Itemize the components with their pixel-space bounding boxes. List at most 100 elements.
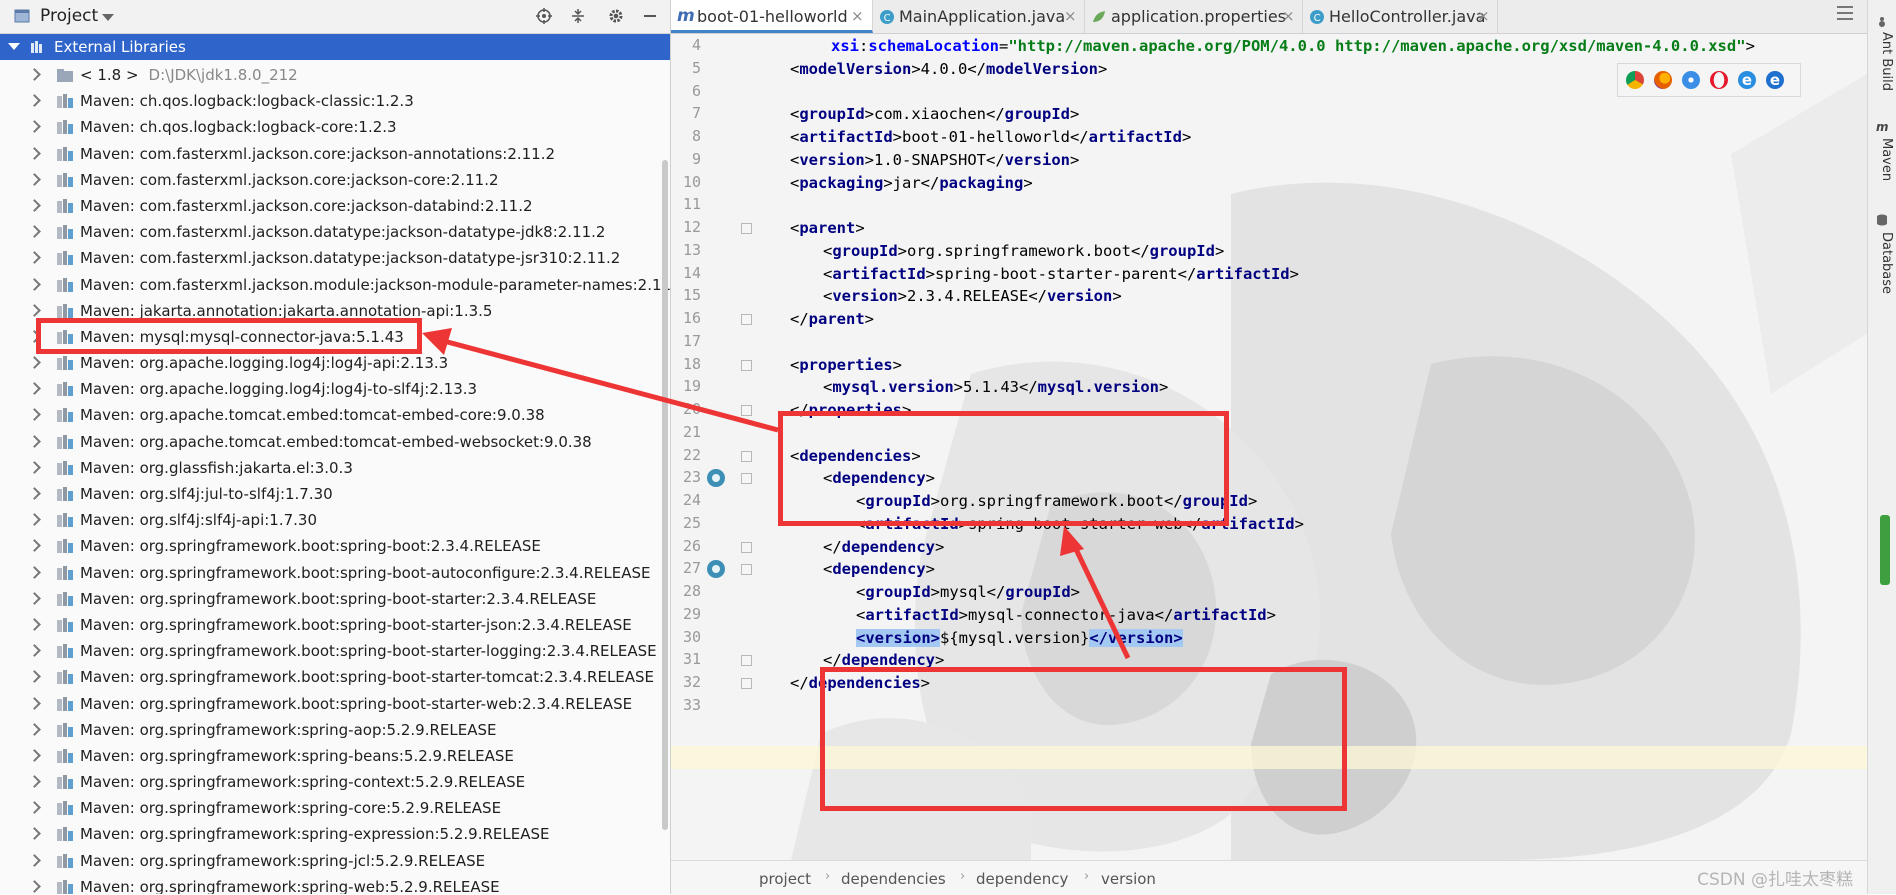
edge-icon[interactable]: e xyxy=(1766,71,1784,89)
code-line[interactable]: <mysql.version>5.1.43</mysql.version> xyxy=(823,376,1168,399)
tree-node-library[interactable]: Maven: org.slf4j:jul-to-slf4j:1.7.30 xyxy=(0,481,660,507)
close-icon[interactable]: × xyxy=(1477,0,1490,33)
chevron-right-icon[interactable] xyxy=(28,827,41,841)
code-line[interactable]: <artifactId>mysql-connector-java</artifa… xyxy=(856,604,1276,627)
tab-list-menu-icon[interactable] xyxy=(1837,12,1853,14)
breadcrumb-item[interactable]: version xyxy=(1101,870,1156,888)
breadcrumb-item[interactable]: project xyxy=(759,870,811,888)
database-tool-button[interactable]: Database xyxy=(1872,232,1894,294)
tree-node-library[interactable]: Maven: org.apache.tomcat.embed:tomcat-em… xyxy=(0,402,660,428)
code-line[interactable]: <packaging>jar</packaging> xyxy=(790,172,1033,195)
tree-node-external-libraries[interactable]: External Libraries xyxy=(0,34,670,60)
tree-node-library[interactable]: Maven: org.springframework.boot:spring-b… xyxy=(0,533,660,559)
tree-node-library[interactable]: Maven: org.springframework.boot:spring-b… xyxy=(0,691,660,717)
gear-icon[interactable] xyxy=(608,8,624,24)
ant-build-tool-button[interactable]: Ant Build xyxy=(1872,32,1894,91)
chevron-right-icon[interactable] xyxy=(28,618,41,631)
tree-node-library[interactable]: Maven: org.springframework.boot:spring-b… xyxy=(0,638,660,664)
chevron-right-icon[interactable] xyxy=(28,172,41,186)
fold-marker-icon[interactable] xyxy=(741,405,752,416)
chevron-right-icon[interactable] xyxy=(28,408,41,422)
locate-target-icon[interactable] xyxy=(536,8,552,24)
code-line[interactable]: <groupId>com.xiaochen</groupId> xyxy=(790,103,1079,126)
tree-node-library[interactable]: Maven: com.fasterxml.jackson.core:jackso… xyxy=(0,141,660,167)
chevron-right-icon[interactable] xyxy=(28,644,41,657)
tree-node-library[interactable]: Maven: org.glassfish:jakarta.el:3.0.3 xyxy=(0,455,660,481)
tree-node-jdk[interactable]: < 1.8 > D:\JDK\jdk1.8.0_212 xyxy=(0,62,660,88)
chevron-right-icon[interactable] xyxy=(28,277,41,291)
close-icon[interactable]: × xyxy=(1064,0,1077,33)
chevron-right-icon[interactable] xyxy=(28,775,41,788)
code-line[interactable]: <groupId>mysql</groupId> xyxy=(856,581,1080,604)
safari-icon[interactable] xyxy=(1682,71,1700,89)
code-line[interactable]: xsi:schemaLocation="http://maven.apache.… xyxy=(831,35,1755,58)
tree-node-library[interactable]: Maven: com.fasterxml.jackson.core:jackso… xyxy=(0,167,660,193)
chevron-right-icon[interactable] xyxy=(28,303,41,317)
chevron-right-icon[interactable] xyxy=(28,382,41,396)
breadcrumb-item[interactable]: dependencies xyxy=(841,870,946,888)
fold-marker-icon[interactable] xyxy=(741,359,752,371)
code-line[interactable]: <modelVersion>4.0.0</modelVersion> xyxy=(790,58,1107,81)
chevron-right-icon[interactable] xyxy=(28,722,41,736)
vertical-scrollbar[interactable] xyxy=(662,160,668,830)
chrome-icon[interactable] xyxy=(1626,71,1644,89)
code-line[interactable]: <artifactId>boot-01-helloworld</artifact… xyxy=(790,126,1191,149)
tree-node-library[interactable]: Maven: org.springframework.boot:spring-b… xyxy=(0,612,660,638)
tree-node-library[interactable]: Maven: com.fasterxml.jackson.datatype:ja… xyxy=(0,245,660,271)
fold-marker-icon[interactable] xyxy=(741,541,752,553)
chevron-right-icon[interactable] xyxy=(28,801,41,815)
chevron-right-icon[interactable] xyxy=(28,225,41,238)
tree-node-library[interactable]: Maven: org.springframework.boot:spring-b… xyxy=(0,560,660,586)
chevron-right-icon[interactable] xyxy=(28,513,41,527)
chevron-right-icon[interactable] xyxy=(28,68,41,81)
fold-marker-icon[interactable] xyxy=(741,450,752,462)
fold-marker-icon[interactable] xyxy=(741,655,752,667)
tree-node-library[interactable]: Maven: com.fasterxml.jackson.datatype:ja… xyxy=(0,219,660,245)
chevron-right-icon[interactable] xyxy=(28,879,41,893)
fold-marker-icon[interactable] xyxy=(741,678,752,689)
collapse-all-icon[interactable] xyxy=(570,8,586,24)
tab-pom-xml[interactable]: m boot-01-helloworld × xyxy=(671,0,873,33)
project-view-title[interactable]: Project xyxy=(40,5,98,27)
chevron-right-icon[interactable] xyxy=(28,853,41,867)
chevron-right-icon[interactable] xyxy=(28,251,41,265)
tree-node-library[interactable]: Maven: org.springframework:spring-beans:… xyxy=(0,743,660,769)
fold-marker-icon[interactable] xyxy=(741,314,752,325)
firefox-icon[interactable] xyxy=(1654,71,1672,89)
code-line[interactable]: <version>${mysql.version}</version> xyxy=(856,627,1183,650)
code-line[interactable]: <version>2.3.4.RELEASE</version> xyxy=(823,285,1122,308)
tree-node-library[interactable]: Maven: org.springframework:spring-aop:5.… xyxy=(0,717,660,743)
breadcrumb-item[interactable]: dependency xyxy=(976,870,1068,888)
navigate-dependency-icon[interactable] xyxy=(707,560,725,579)
chevron-right-icon[interactable] xyxy=(28,749,41,762)
chevron-right-icon[interactable] xyxy=(28,539,41,553)
chevron-right-icon[interactable] xyxy=(28,696,41,710)
tree-node-library[interactable]: Maven: org.apache.tomcat.embed:tomcat-em… xyxy=(0,429,660,455)
chevron-right-icon[interactable] xyxy=(28,199,41,212)
internet-explorer-icon[interactable]: e xyxy=(1738,71,1756,89)
tab-hello-controller[interactable]: C HelloController.java × xyxy=(1303,0,1498,33)
chevron-right-icon[interactable] xyxy=(28,460,41,474)
tree-node-library[interactable]: Maven: org.springframework:spring-jcl:5.… xyxy=(0,848,660,874)
opera-icon[interactable] xyxy=(1710,71,1728,89)
tree-node-library[interactable]: Maven: com.fasterxml.jackson.module:jack… xyxy=(0,272,670,298)
fold-marker-icon[interactable] xyxy=(741,473,752,485)
code-line[interactable]: </parent> xyxy=(790,308,874,331)
code-line[interactable]: <version>1.0-SNAPSHOT</version> xyxy=(790,149,1079,172)
tree-node-library[interactable]: Maven: org.apache.logging.log4j:log4j-to… xyxy=(0,376,660,402)
code-line[interactable]: <dependency> xyxy=(823,558,935,581)
tree-node-library[interactable]: Maven: org.springframework.boot:spring-b… xyxy=(0,586,660,612)
hide-panel-icon[interactable] xyxy=(642,8,658,24)
navigate-dependency-icon[interactable] xyxy=(707,469,725,488)
chevron-right-icon[interactable] xyxy=(28,487,41,500)
tree-node-library[interactable]: Maven: ch.qos.logback:logback-classic:1.… xyxy=(0,88,660,114)
editor-scroll-marker[interactable] xyxy=(1880,515,1890,585)
close-icon[interactable]: × xyxy=(851,0,864,33)
tree-node-library[interactable]: Maven: org.springframework:spring-contex… xyxy=(0,769,660,795)
code-line[interactable]: <artifactId>spring-boot-starter-parent</… xyxy=(823,263,1299,286)
maven-tool-button[interactable]: Maven xyxy=(1872,138,1894,181)
code-line[interactable]: <parent> xyxy=(790,217,865,240)
tree-node-library[interactable]: Maven: ch.qos.logback:logback-core:1.2.3 xyxy=(0,114,660,140)
tree-node-library[interactable]: Maven: org.springframework:spring-core:5… xyxy=(0,795,660,821)
chevron-right-icon[interactable] xyxy=(28,670,41,684)
